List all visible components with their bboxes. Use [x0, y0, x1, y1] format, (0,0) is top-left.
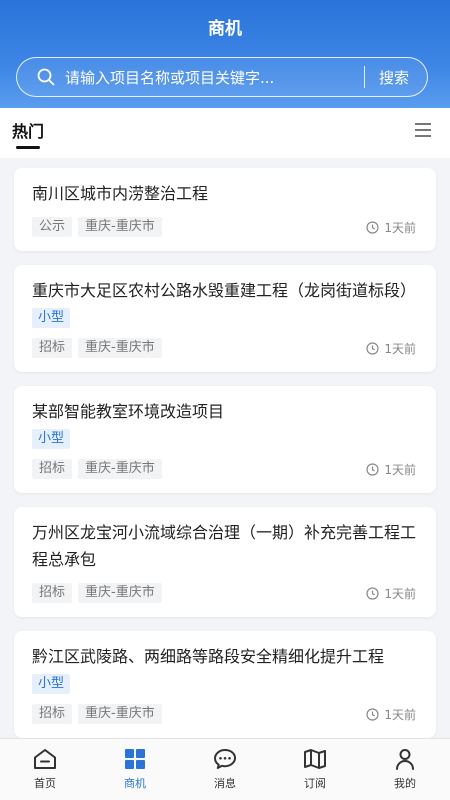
map-icon [303, 747, 327, 771]
header: 商机 请输入项目名称或项目关键字... 搜索 [0, 0, 450, 108]
type-tag: 招标 [32, 338, 73, 358]
meta-row: 公示 重庆-重庆市 1天前 [32, 217, 416, 237]
clock-icon [366, 586, 379, 600]
nav-item-home[interactable]: 首页 [0, 739, 90, 800]
nav-item-profile[interactable]: 我的 [360, 739, 450, 800]
menu-icon[interactable] [414, 122, 432, 138]
type-tag: 招标 [32, 459, 73, 479]
meta-row: 招标 重庆-重庆市 1天前 [32, 583, 416, 603]
type-tag: 招标 [32, 583, 73, 603]
project-card[interactable]: 黔江区武陵路、两细路等路段安全精细化提升工程 小型 招标 重庆-重庆市 1天前 [14, 631, 436, 738]
time-text: 1天前 [384, 220, 416, 235]
time-label: 1天前 [366, 706, 416, 723]
time-text: 1天前 [384, 707, 416, 722]
grid-icon [123, 747, 147, 771]
nav-label: 我的 [394, 777, 416, 790]
clock-icon [366, 707, 379, 721]
project-card[interactable]: 某部智能教室环境改造项目 小型 招标 重庆-重庆市 1天前 [14, 386, 436, 493]
type-tag: 公示 [32, 217, 73, 237]
tab-hot[interactable]: 热门 [12, 118, 44, 142]
meta-row: 招标 重庆-重庆市 1天前 [32, 338, 416, 358]
size-tag: 小型 [32, 308, 71, 328]
page-title: 商机 [208, 19, 242, 39]
project-list: 南川区城市内涝整治工程 公示 重庆-重庆市 1天前 重庆市大足区农村公路水毁重建… [14, 168, 436, 752]
project-card[interactable]: 南川区城市内涝整治工程 公示 重庆-重庆市 1天前 [14, 168, 436, 251]
time-text: 1天前 [384, 462, 416, 477]
message-icon [213, 747, 237, 771]
search-icon [37, 68, 55, 86]
bottom-nav: 首页 商机 消息 订阅 我的 [0, 738, 450, 800]
region-tag: 重庆-重庆市 [78, 338, 162, 358]
project-card[interactable]: 万州区龙宝河小流域综合治理（一期）补充完善工程工程总承包 招标 重庆-重庆市 1… [14, 507, 436, 617]
clock-icon [366, 220, 379, 234]
time-label: 1天前 [366, 219, 416, 236]
home-icon [33, 747, 57, 771]
project-title: 某部智能教室环境改造项目 [32, 402, 225, 421]
tab-bar: 热门 [0, 108, 450, 158]
region-tag: 重庆-重庆市 [78, 704, 162, 724]
project-title: 重庆市大足区农村公路水毁重建工程（龙岗街道标段） [32, 281, 417, 300]
project-title: 黔江区武陵路、两细路等路段安全精细化提升工程 [32, 647, 385, 666]
region-tag: 重庆-重庆市 [78, 217, 162, 237]
clock-icon [366, 462, 379, 476]
size-tag: 小型 [32, 429, 71, 449]
nav-label: 首页 [34, 777, 56, 790]
region-tag: 重庆-重庆市 [78, 459, 162, 479]
time-label: 1天前 [366, 585, 416, 602]
size-tag: 小型 [32, 674, 71, 694]
time-text: 1天前 [384, 586, 416, 601]
time-label: 1天前 [366, 461, 416, 478]
project-title: 万州区龙宝河小流域综合治理（一期）补充完善工程工程总承包 [32, 523, 417, 569]
time-text: 1天前 [384, 341, 416, 356]
type-tag: 招标 [32, 704, 73, 724]
project-title: 南川区城市内涝整治工程 [32, 184, 209, 203]
search-divider [363, 66, 365, 88]
time-label: 1天前 [366, 340, 416, 357]
nav-label: 商机 [124, 777, 146, 790]
nav-label: 消息 [214, 777, 236, 790]
nav-item-subscribe[interactable]: 订阅 [270, 739, 360, 800]
nav-item-business[interactable]: 商机 [90, 739, 180, 800]
meta-row: 招标 重庆-重庆市 1天前 [32, 704, 416, 724]
user-icon [393, 747, 417, 771]
meta-row: 招标 重庆-重庆市 1天前 [32, 459, 416, 479]
tab-active-indicator [16, 146, 40, 149]
search-input[interactable]: 请输入项目名称或项目关键字... [65, 67, 364, 88]
search-bar[interactable]: 请输入项目名称或项目关键字... 搜索 [16, 57, 428, 97]
clock-icon [366, 341, 379, 355]
nav-label: 订阅 [304, 777, 326, 790]
nav-item-messages[interactable]: 消息 [180, 739, 270, 800]
region-tag: 重庆-重庆市 [78, 583, 162, 603]
search-button[interactable]: 搜索 [379, 67, 409, 88]
project-card[interactable]: 重庆市大足区农村公路水毁重建工程（龙岗街道标段） 小型 招标 重庆-重庆市 1天… [14, 265, 436, 372]
